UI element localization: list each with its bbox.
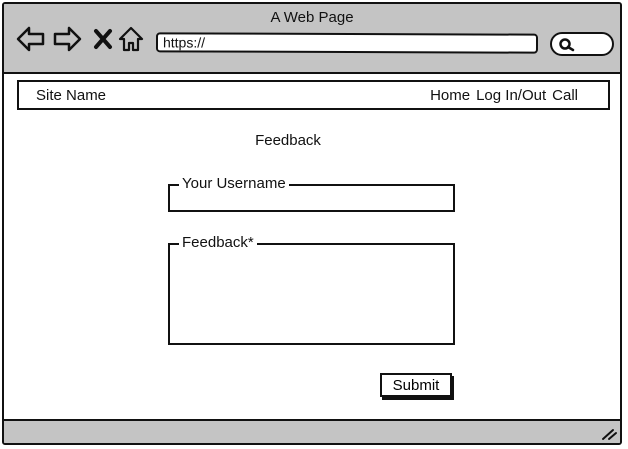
nav-link-home[interactable]: Home — [430, 87, 470, 104]
username-label: Your Username — [179, 175, 289, 193]
submit-button[interactable]: Submit — [380, 373, 452, 397]
page-title: Feedback — [255, 132, 321, 149]
forward-arrow-icon[interactable] — [52, 24, 82, 54]
close-x-icon[interactable] — [88, 24, 118, 54]
search-icon — [559, 38, 575, 52]
nav-link-call[interactable]: Call — [552, 87, 578, 104]
site-name[interactable]: Site Name — [36, 87, 106, 104]
feedback-label: Feedback* — [179, 234, 257, 252]
search-button[interactable] — [550, 32, 614, 56]
nav-links: Home Log In/Out Call — [430, 87, 578, 104]
username-field[interactable]: Your Username — [168, 175, 455, 212]
resize-grip-icon[interactable] — [600, 427, 618, 441]
back-arrow-icon[interactable] — [16, 24, 46, 54]
status-bar — [4, 419, 620, 443]
feedback-textarea[interactable]: Feedback* — [168, 234, 455, 345]
site-navbar: Site Name Home Log In/Out Call — [17, 80, 610, 110]
nav-link-login[interactable]: Log In/Out — [476, 87, 546, 104]
browser-window: A Web Page https:// Site Name Home Log I… — [2, 2, 622, 445]
home-icon[interactable] — [116, 24, 146, 54]
address-bar[interactable]: https:// — [155, 32, 539, 54]
browser-toolbar: A Web Page https:// — [4, 4, 620, 74]
